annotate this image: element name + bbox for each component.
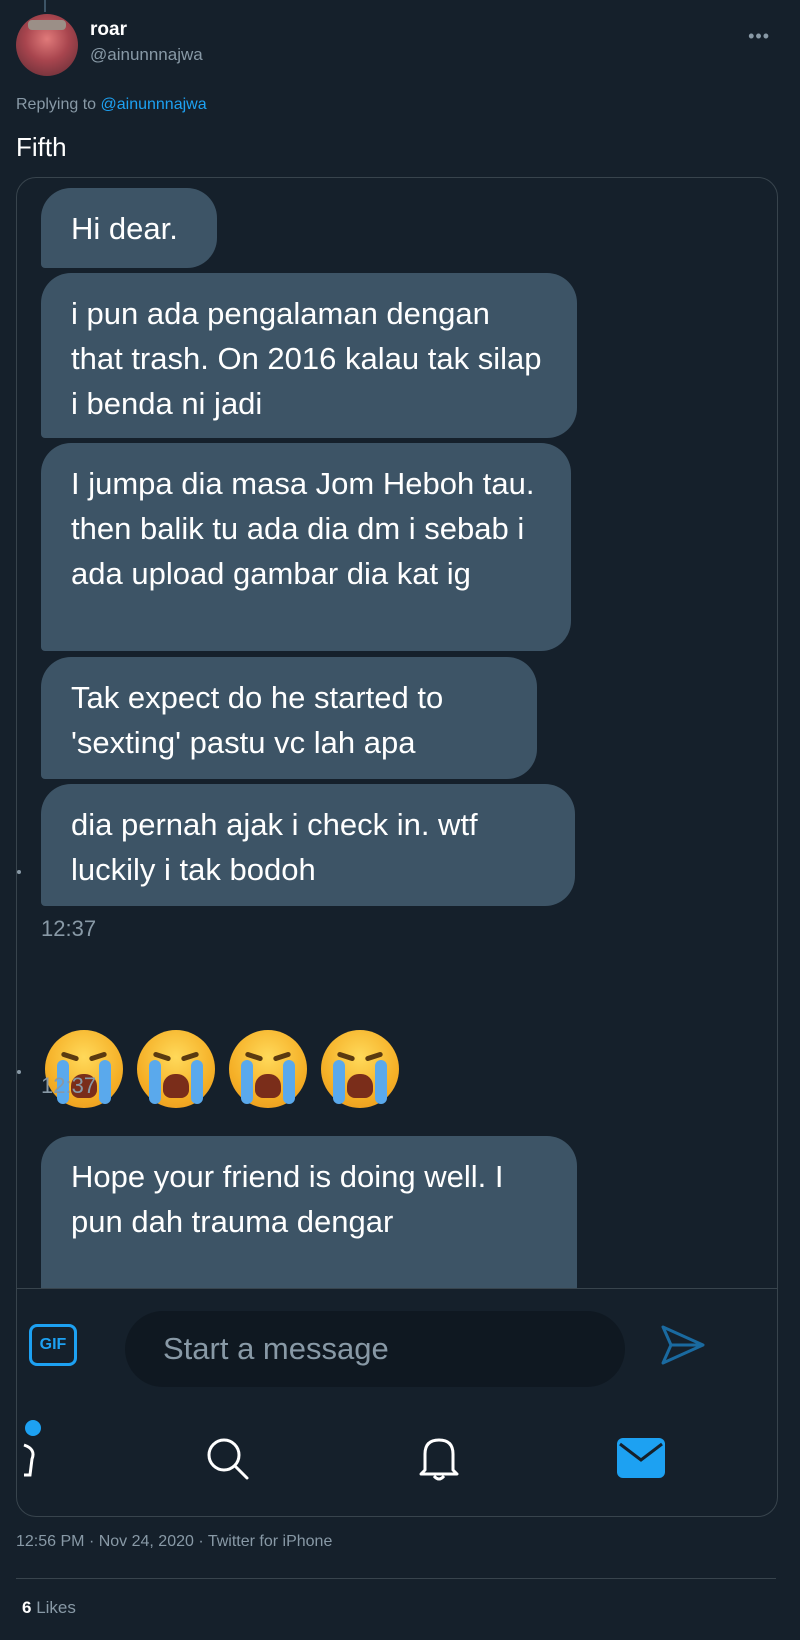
- more-options-icon[interactable]: •••: [748, 26, 770, 47]
- message-list: Hi dear. i pun ada pengalaman dengan tha…: [17, 178, 777, 1288]
- gif-button[interactable]: GIF: [29, 1324, 77, 1366]
- mail-icon: [617, 1438, 665, 1478]
- emoji-message: [45, 1030, 399, 1108]
- likes-count: 6: [22, 1598, 32, 1617]
- read-marker: [17, 870, 21, 874]
- message-bubble: Hi dear.: [41, 188, 217, 268]
- display-name[interactable]: roar: [90, 19, 127, 41]
- message-bubble: I jumpa dia masa Jom Heboh tau. then bal…: [41, 443, 571, 651]
- nav-item-notifications[interactable]: [409, 1400, 469, 1516]
- nav-item-search[interactable]: [197, 1400, 257, 1516]
- read-marker: [17, 1070, 21, 1074]
- message-composer: GIF: [17, 1288, 777, 1401]
- separator: ·: [198, 1533, 208, 1550]
- tweet-client[interactable]: Twitter for iPhone: [208, 1533, 333, 1550]
- bell-icon: [419, 1438, 459, 1481]
- likes-link[interactable]: 6 Likes: [22, 1598, 76, 1618]
- message-bubble: i pun ada pengalaman dengan that trash. …: [41, 273, 577, 438]
- replying-prefix: Replying to: [16, 96, 97, 113]
- dm-screenshot: Hi dear. i pun ada pengalaman dengan tha…: [16, 177, 778, 1517]
- message-bubble: dia pernah ajak i check in. wtf luckily …: [41, 784, 575, 906]
- tweet-time[interactable]: 12:56 PM: [16, 1533, 84, 1550]
- message-bubble: Tak expect do he started to 'sexting' pa…: [41, 657, 537, 779]
- replying-to: Replying to @ainunnnajwa: [16, 96, 207, 114]
- tweet-date[interactable]: Nov 24, 2020: [99, 1533, 194, 1550]
- separator: ·: [88, 1533, 99, 1550]
- message-input[interactable]: [125, 1311, 625, 1387]
- user-handle[interactable]: @ainunnnajwa: [90, 45, 203, 65]
- send-icon[interactable]: [657, 1319, 709, 1371]
- message-bubble-partial: Hope your friend is doing well. I pun da…: [41, 1136, 577, 1288]
- tweet-text: Fifth: [16, 132, 67, 162]
- notification-dot: [25, 1420, 41, 1436]
- thread-line: [44, 0, 46, 12]
- crying-face-icon: [321, 1030, 399, 1108]
- message-time: 12:37: [41, 916, 97, 941]
- divider: [16, 1578, 776, 1579]
- likes-label: Likes: [36, 1598, 76, 1617]
- person-icon: [23, 1443, 35, 1477]
- crying-face-icon: [137, 1030, 215, 1108]
- replying-to-link[interactable]: @ainunnnajwa: [101, 96, 207, 113]
- avatar[interactable]: [16, 14, 78, 76]
- bottom-nav: [17, 1400, 777, 1516]
- nav-item-profile[interactable]: [17, 1400, 47, 1516]
- search-icon: [207, 1438, 249, 1480]
- message-time: 12:37: [41, 1073, 97, 1098]
- tweet-meta: 12:56 PM · Nov 24, 2020 · Twitter for iP…: [16, 1533, 332, 1551]
- crying-face-icon: [229, 1030, 307, 1108]
- nav-item-messages[interactable]: [611, 1400, 671, 1516]
